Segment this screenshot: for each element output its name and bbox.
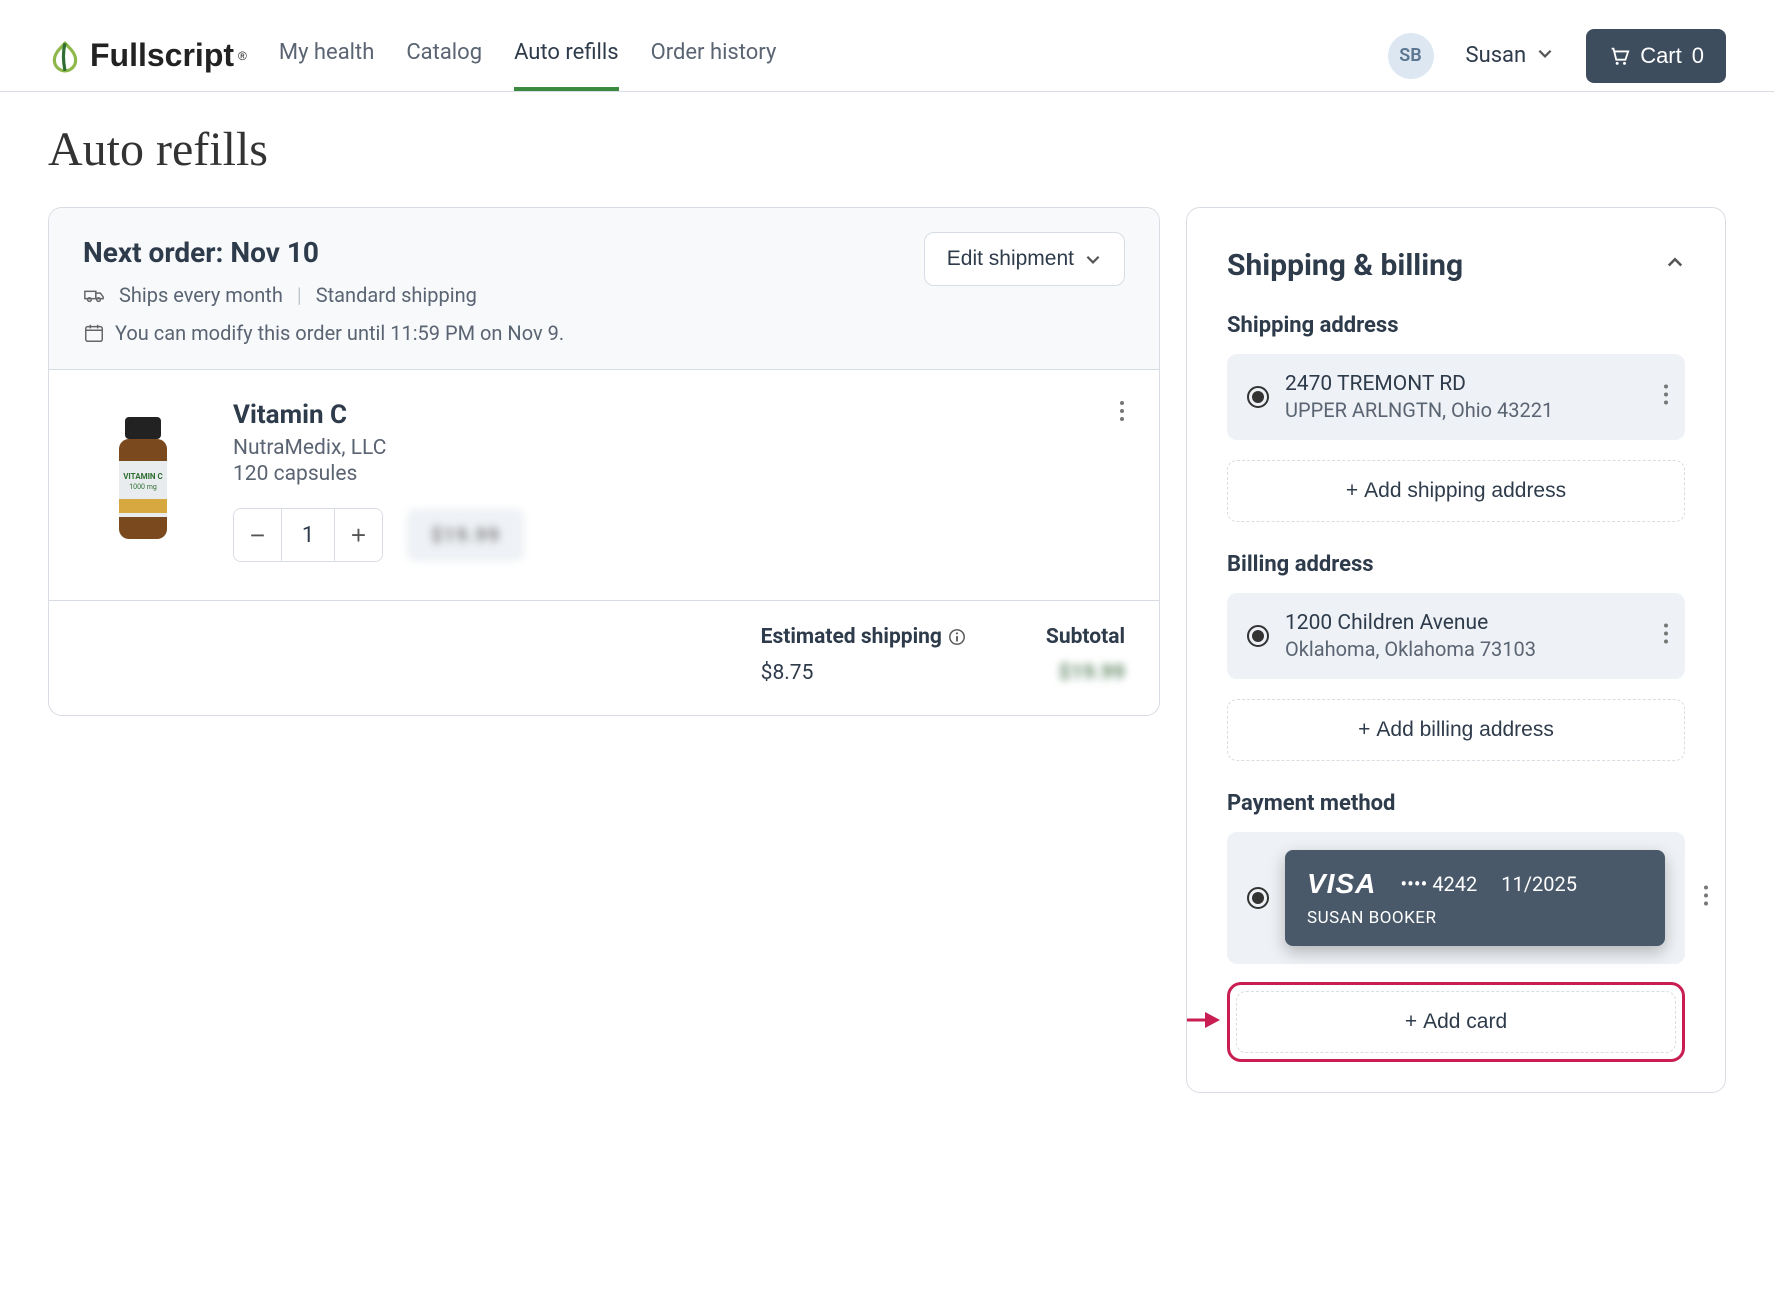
card-last4: •••• 4242	[1400, 872, 1477, 896]
payment-card-menu[interactable]	[1703, 885, 1709, 912]
nav-catalog[interactable]: Catalog	[406, 20, 482, 91]
qty-increase-button[interactable]: +	[334, 509, 382, 561]
cart-button[interactable]: Cart 0	[1586, 29, 1726, 83]
modify-note-text: You can modify this order until 11:59 PM…	[115, 321, 564, 345]
item-menu-button[interactable]	[1119, 400, 1125, 428]
radio-selected-icon	[1247, 386, 1269, 408]
shipping-address-menu[interactable]	[1663, 384, 1669, 411]
truck-icon	[83, 284, 105, 306]
brand-logo[interactable]: Fullscript®	[48, 37, 247, 74]
page-title: Auto refills	[48, 122, 1726, 177]
info-icon[interactable]	[948, 628, 966, 646]
billing-address-option[interactable]: 1200 Children Avenue Oklahoma, Oklahoma …	[1227, 593, 1685, 679]
product-size: 120 capsules	[233, 462, 524, 486]
plus-icon: +	[1358, 718, 1370, 742]
nav-my-health[interactable]: My health	[279, 20, 375, 91]
collapse-button[interactable]	[1665, 253, 1685, 278]
item-price-hidden: $19.99	[407, 509, 524, 561]
add-card-button[interactable]: + Add card	[1236, 991, 1676, 1053]
chevron-down-icon	[1084, 250, 1102, 268]
svg-text:1000 mg: 1000 mg	[129, 483, 157, 491]
nav-order-history[interactable]: Order history	[651, 20, 777, 91]
svg-text:VITAMIN C: VITAMIN C	[123, 472, 163, 481]
nav-auto-refills[interactable]: Auto refills	[514, 20, 619, 91]
product-image: VITAMIN C 1000 mg	[83, 400, 203, 570]
shipping-billing-panel: Shipping & billing Shipping address 2470…	[1186, 207, 1726, 1093]
subtotal-label: Subtotal	[1046, 625, 1125, 649]
top-navbar: Fullscript® My health Catalog Auto refil…	[0, 0, 1774, 92]
brand-name: Fullscript	[90, 37, 234, 74]
credit-card-display: VISA •••• 4242 11/2025 SUSAN BOOKER	[1285, 850, 1665, 946]
order-card: Next order: Nov 10 Ships every month | S…	[48, 207, 1160, 716]
chevron-down-icon	[1536, 43, 1554, 68]
quantity-stepper: − 1 +	[233, 508, 383, 562]
radio-selected-icon	[1247, 887, 1269, 909]
plus-icon: +	[1346, 479, 1358, 503]
shipping-address-option[interactable]: 2470 TREMONT RD UPPER ARLNGTN, Ohio 4322…	[1227, 354, 1685, 440]
billing-line2: Oklahoma, Oklahoma 73103	[1285, 637, 1536, 661]
calendar-icon	[83, 322, 105, 344]
billing-address-label: Billing address	[1227, 552, 1685, 577]
add-billing-address-button[interactable]: + Add billing address	[1227, 699, 1685, 761]
order-totals: Estimated shipping $8.75 Subtotal $19.99	[49, 601, 1159, 715]
product-brand: NutraMedix, LLC	[233, 436, 524, 460]
est-shipping-label: Estimated shipping	[761, 625, 942, 649]
plus-icon: +	[1405, 1010, 1417, 1034]
payment-card-option[interactable]: VISA •••• 4242 11/2025 SUSAN BOOKER	[1227, 832, 1685, 964]
annotation-arrow	[1186, 1005, 1220, 1035]
order-header: Next order: Nov 10 Ships every month | S…	[49, 208, 1159, 370]
user-avatar[interactable]: SB	[1388, 33, 1434, 79]
qty-value: 1	[282, 509, 334, 561]
primary-nav: My health Catalog Auto refills Order his…	[279, 20, 777, 91]
user-name: Susan	[1466, 43, 1527, 68]
user-menu[interactable]: Susan	[1466, 43, 1555, 68]
payment-method-label: Payment method	[1227, 791, 1685, 816]
billing-address-menu[interactable]	[1663, 623, 1669, 650]
shipping-line2: UPPER ARLNGTN, Ohio 43221	[1285, 398, 1553, 422]
annotation-highlight: + Add card	[1227, 982, 1685, 1062]
subtotal-value-hidden: $19.99	[1046, 661, 1125, 685]
est-shipping-value: $8.75	[761, 661, 966, 685]
add-shipping-address-button[interactable]: + Add shipping address	[1227, 460, 1685, 522]
shipping-address-label: Shipping address	[1227, 313, 1685, 338]
qty-decrease-button[interactable]: −	[234, 509, 282, 561]
cart-label: Cart	[1640, 43, 1682, 69]
leaf-icon	[48, 39, 82, 73]
card-expiry: 11/2025	[1501, 872, 1577, 896]
ships-every: Ships every month	[119, 283, 283, 307]
line-item: VITAMIN C 1000 mg Vitamin C NutraMedix, …	[49, 370, 1159, 601]
visa-logo: VISA	[1307, 868, 1376, 900]
chevron-up-icon	[1665, 253, 1685, 273]
cart-count: 0	[1692, 43, 1704, 69]
radio-selected-icon	[1247, 625, 1269, 647]
edit-shipment-button[interactable]: Edit shipment	[924, 232, 1125, 286]
product-name: Vitamin C	[233, 400, 524, 430]
shipping-type: Standard shipping	[316, 283, 477, 307]
cart-icon	[1608, 45, 1630, 67]
billing-line1: 1200 Children Avenue	[1285, 611, 1536, 635]
cardholder-name: SUSAN BOOKER	[1307, 908, 1643, 928]
panel-title: Shipping & billing	[1227, 248, 1463, 283]
shipping-line1: 2470 TREMONT RD	[1285, 372, 1553, 396]
